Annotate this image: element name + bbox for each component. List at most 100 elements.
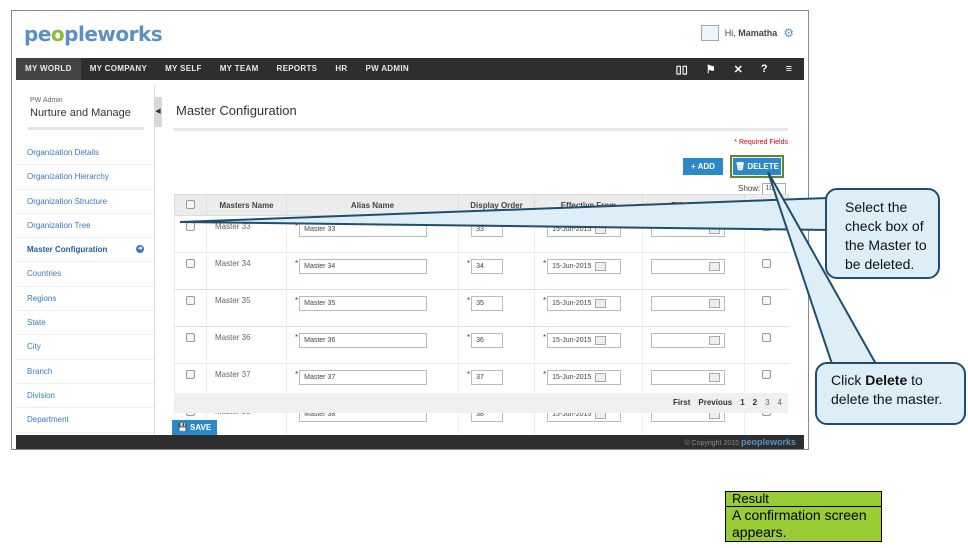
sidebar-item-organization-hierarchy[interactable]: Organization Hierarchy [16, 165, 154, 190]
effective-from-value: 15-Jun-2015 [552, 300, 592, 307]
delete-button[interactable]: 🗑 DELETE [730, 155, 784, 178]
sidebar-item-division[interactable]: Division [16, 384, 154, 409]
sidebar-divider [28, 127, 144, 130]
pager-page[interactable]: 2 [753, 398, 757, 407]
nav-my-company[interactable]: MY COMPANY [81, 58, 156, 80]
sidebar-item-state[interactable]: State [16, 311, 154, 336]
tools-icon[interactable]: ✕ [734, 63, 743, 76]
required-star-icon: * [295, 296, 299, 305]
sidebar-collapse-toggle[interactable]: ◀ [154, 97, 162, 127]
active-cell [744, 326, 789, 364]
menu-icon[interactable]: ≡ [786, 63, 792, 76]
active-checkbox[interactable] [762, 296, 772, 305]
calendar-icon[interactable] [709, 261, 720, 271]
effective-to-input[interactable] [651, 222, 725, 237]
calendar-icon[interactable] [709, 335, 720, 345]
column-header[interactable]: Masters Name [206, 194, 287, 216]
nav-my-team[interactable]: MY TEAM [211, 58, 268, 80]
pager-first[interactable]: First [673, 398, 690, 407]
effective-to-input[interactable] [651, 259, 725, 274]
display-order-input[interactable]: 33 [471, 222, 504, 237]
sidebar-list: Organization Details Organization Hierar… [16, 141, 154, 433]
sidebar-item-city[interactable]: City [16, 335, 154, 360]
nav-reports[interactable]: REPORTS [268, 58, 327, 80]
select-all-checkbox[interactable] [186, 199, 195, 209]
effective-from-input[interactable]: 15-Jun-2015 [547, 296, 622, 311]
calendar-icon[interactable] [595, 335, 607, 345]
sidebar-item-organization-details[interactable]: Organization Details [16, 141, 154, 166]
column-header[interactable]: Alias Name [286, 194, 459, 216]
alias-input[interactable]: Master 37 [299, 370, 428, 385]
calendar-icon[interactable] [595, 224, 607, 234]
nav-my-self[interactable]: MY SELF [156, 58, 211, 80]
pager-page[interactable]: 3 [765, 398, 769, 407]
pager-page[interactable]: 4 [778, 398, 782, 407]
alias-input[interactable]: Master 35 [299, 296, 428, 311]
required-star-icon: * [295, 370, 299, 379]
nav-pw-admin[interactable]: PW ADMIN [356, 58, 417, 80]
effective-to-input[interactable] [651, 370, 725, 385]
effective-from-input[interactable]: 15-Jun-2015 [547, 333, 622, 348]
active-checkbox[interactable] [762, 259, 772, 268]
column-header[interactable]: Active [744, 194, 789, 216]
pager-page[interactable]: 1 [740, 398, 744, 407]
active-checkbox[interactable] [762, 333, 772, 342]
avatar[interactable] [700, 25, 719, 41]
footer-logo-start: pe [740, 437, 752, 447]
display-order-input[interactable]: 34 [471, 259, 504, 274]
sidebar-item-branch[interactable]: Branch [16, 360, 154, 384]
calendar-icon[interactable] [595, 372, 607, 382]
alias-input[interactable]: Master 34 [299, 259, 428, 274]
effective-to-input[interactable] [651, 296, 725, 311]
result-body: A confirmation screen appears. [732, 507, 867, 540]
row-checkbox[interactable] [186, 296, 195, 305]
effective-from-input[interactable]: 15-Jun-2015 [547, 222, 622, 237]
sidebar-item-regions[interactable]: Regions [16, 287, 154, 312]
masters-name-cell: Master 35 [206, 289, 287, 327]
column-header[interactable]: Effective From [534, 194, 643, 216]
flag-icon[interactable]: ⚑ [706, 63, 716, 76]
row-checkbox[interactable] [186, 222, 195, 231]
user-name: Mamatha [738, 28, 778, 38]
calendar-icon[interactable] [595, 298, 607, 308]
column-header[interactable]: Effective To [642, 194, 745, 216]
peopleworks-logo[interactable]: peopleworks [24, 22, 163, 46]
row-checkbox[interactable] [186, 370, 195, 379]
sidebar-item-master-configuration[interactable]: Master Configuration ➜ [16, 238, 154, 263]
calendar-icon[interactable] [709, 224, 720, 234]
row-checkbox[interactable] [186, 259, 195, 268]
book-icon[interactable]: ▯▯ [676, 63, 688, 76]
calendar-icon[interactable] [595, 261, 607, 271]
alias-input[interactable]: Master 36 [299, 333, 428, 348]
pager-previous[interactable]: Previous [698, 398, 732, 407]
sidebar-item-organization-structure[interactable]: Organization Structure [16, 190, 154, 214]
calendar-icon[interactable] [709, 372, 720, 382]
nav-my-world[interactable]: MY WORLD [16, 58, 81, 80]
display-order-input[interactable]: 35 [471, 296, 504, 311]
display-order-input[interactable]: 36 [471, 333, 504, 348]
effective-from-input[interactable]: 15-Jun-2015 [547, 259, 622, 274]
footer-logo-end: pleworks [756, 437, 796, 447]
display-order-input[interactable]: 37 [471, 370, 504, 385]
sidebar-item-organization-tree[interactable]: Organization Tree [16, 214, 154, 239]
gear-icon[interactable]: ⚙ [783, 26, 794, 40]
add-button[interactable]: + ADD [683, 158, 723, 175]
active-checkbox[interactable] [762, 222, 772, 231]
effective-from-value: 15-Jun-2015 [552, 226, 592, 233]
sidebar-item-department[interactable]: Department [16, 408, 154, 433]
user-menu[interactable]: Hi, Mamatha ⚙ [700, 25, 794, 41]
active-cell [744, 289, 789, 327]
active-checkbox[interactable] [762, 370, 772, 379]
sidebar-item-countries[interactable]: Countries [16, 262, 154, 287]
effective-to-input[interactable] [651, 333, 725, 348]
calendar-icon[interactable] [709, 298, 720, 308]
nav-hr[interactable]: HR [326, 58, 356, 80]
save-button[interactable]: 💾 SAVE [172, 420, 217, 436]
help-icon[interactable]: ? [761, 63, 768, 76]
alias-input[interactable]: Master 33 [299, 222, 428, 237]
effective-from-input[interactable]: 15-Jun-2015 [547, 370, 622, 385]
required-star-icon: * [467, 333, 471, 342]
column-header[interactable]: Display Order [458, 194, 535, 216]
row-checkbox[interactable] [186, 333, 195, 342]
display-order-cell: * 36 [458, 326, 535, 364]
